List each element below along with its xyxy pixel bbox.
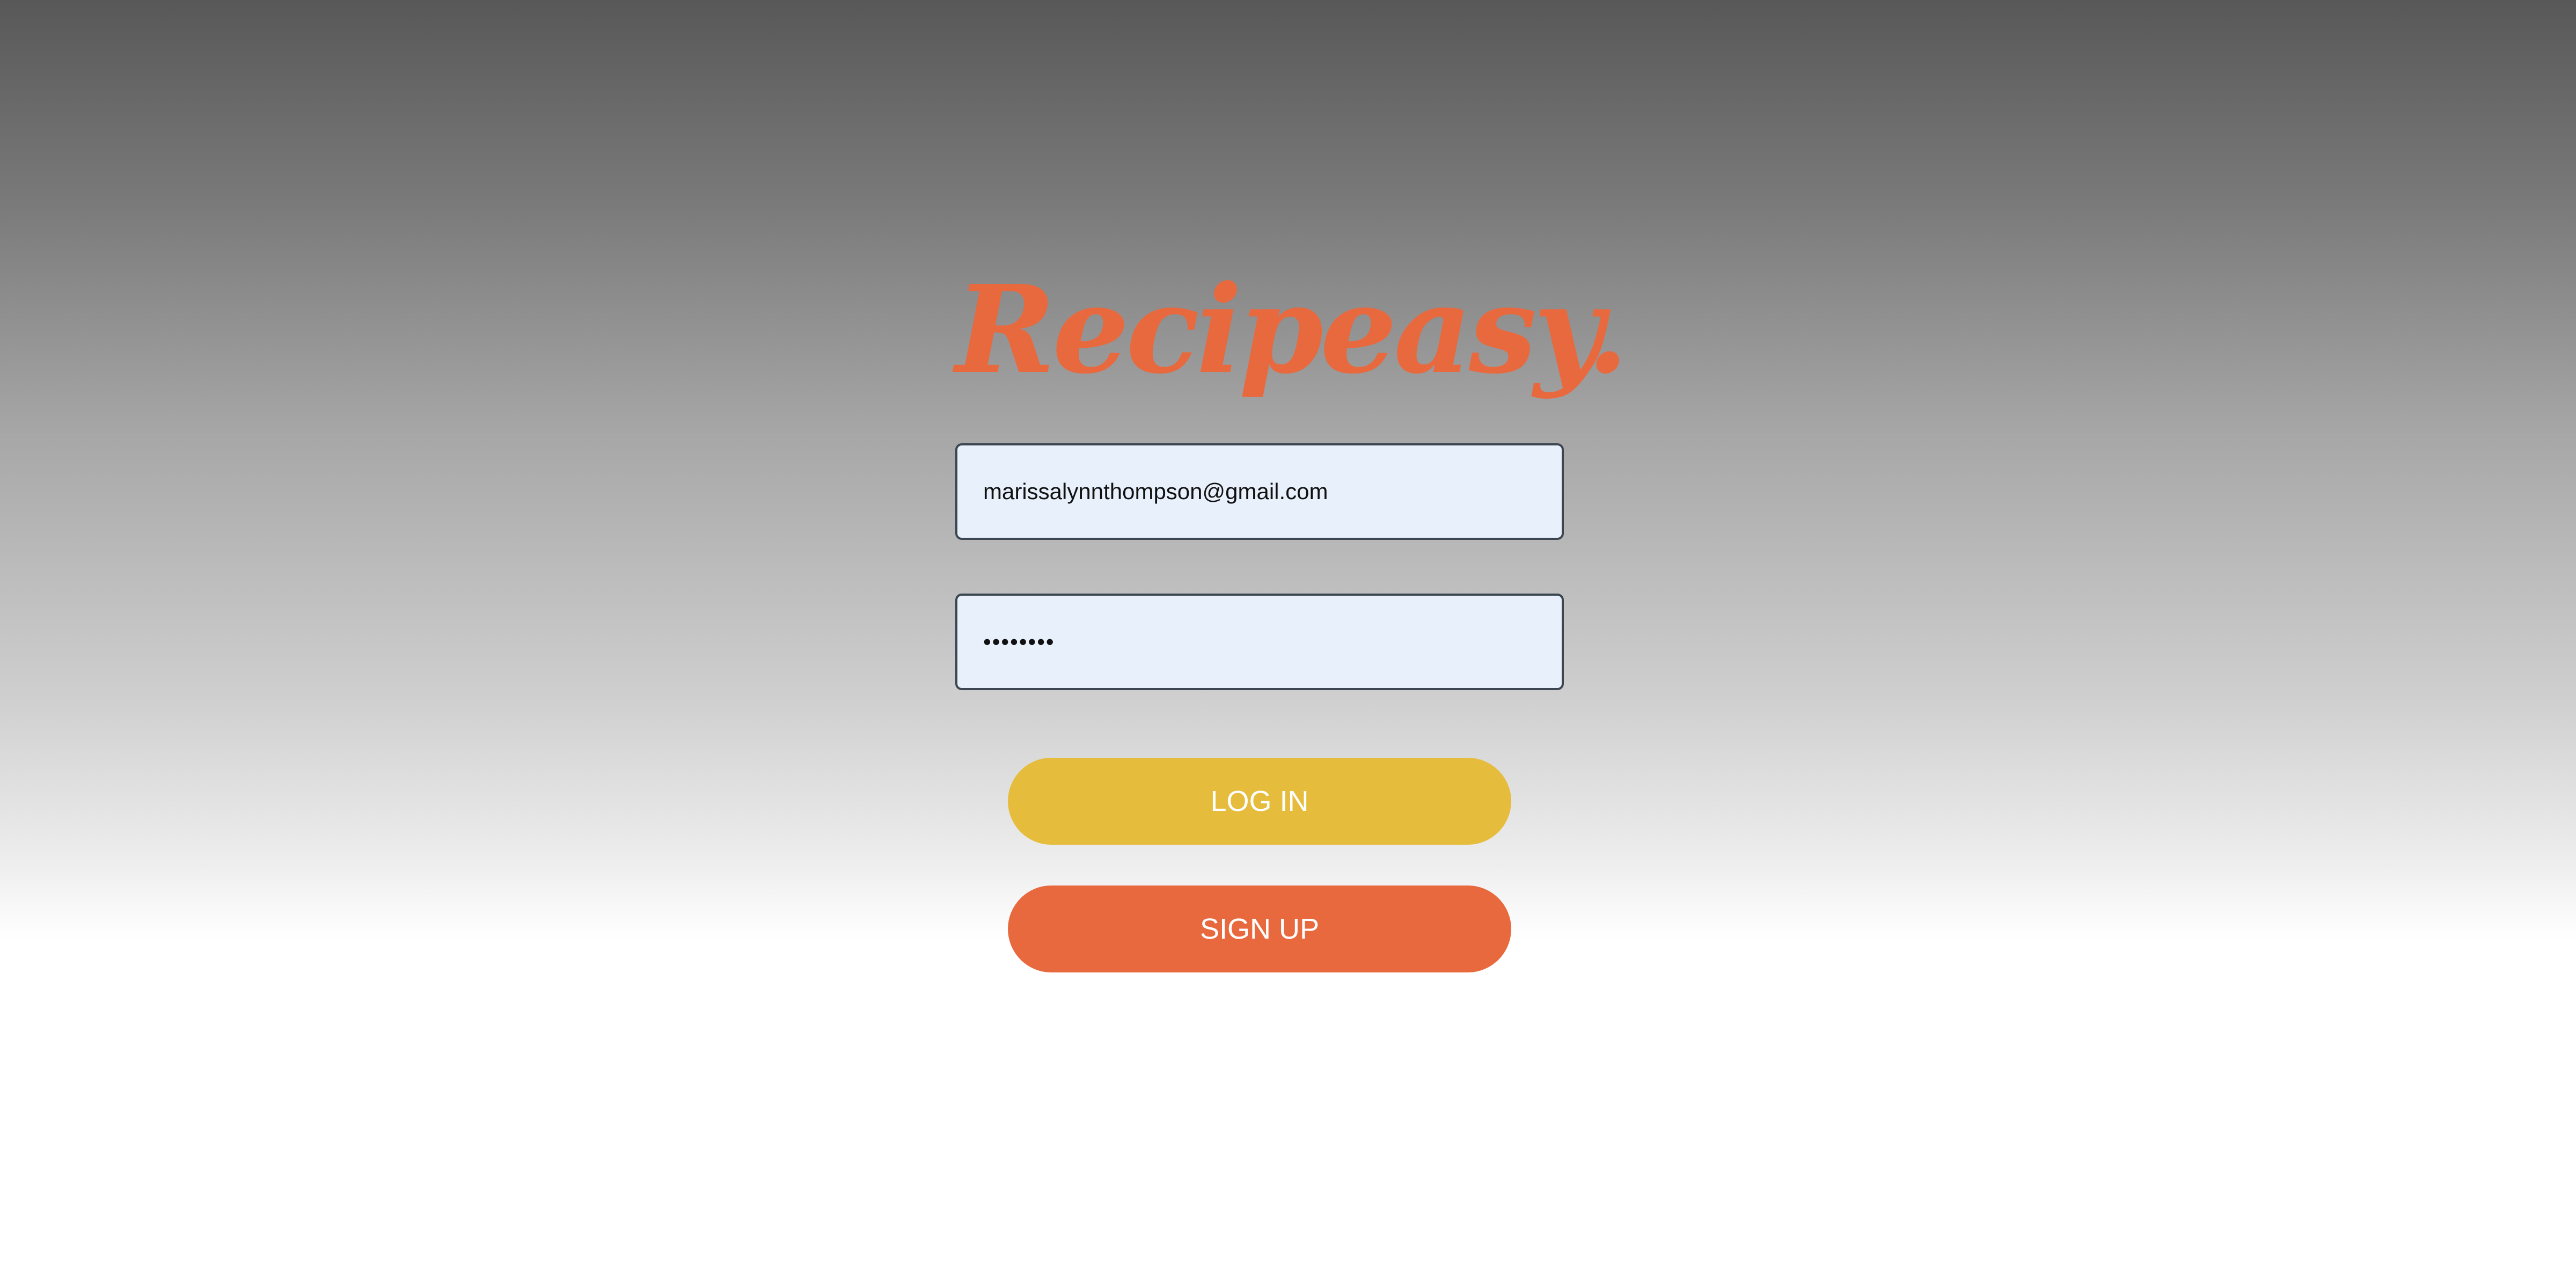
login-button[interactable]: LOG IN — [1008, 758, 1511, 845]
password-field[interactable] — [955, 594, 1564, 690]
login-panel: Recipeasy. LOG IN SIGN UP — [955, 258, 1629, 972]
recipeasy-logo: Recipeasy. — [955, 259, 1629, 401]
signup-button[interactable]: SIGN UP — [1008, 885, 1511, 972]
email-field[interactable] — [955, 443, 1564, 540]
